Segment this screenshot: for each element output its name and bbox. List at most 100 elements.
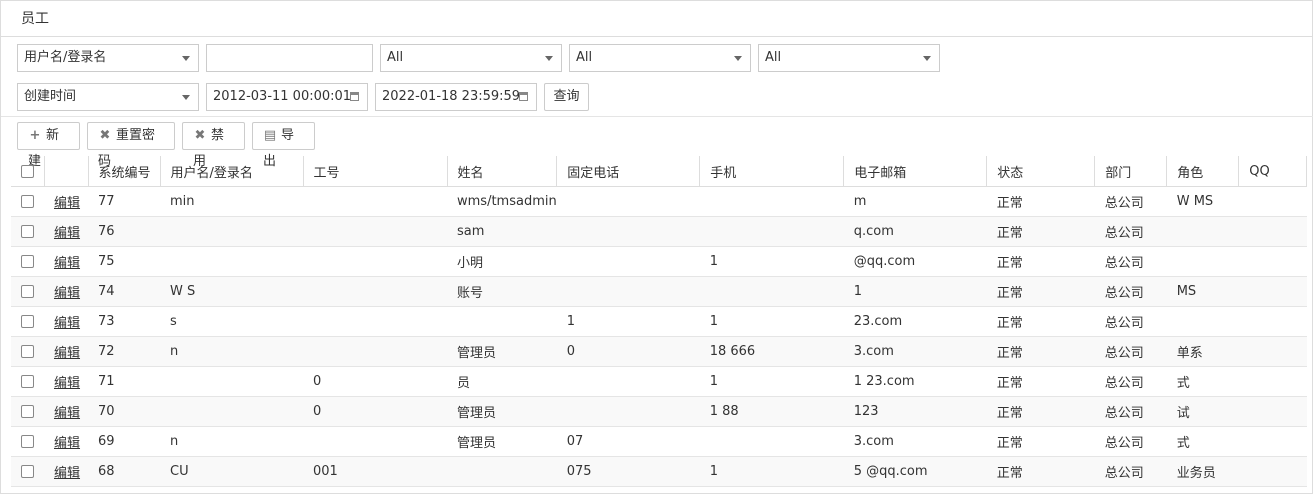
col-qq[interactable]: QQ [1238,156,1308,187]
edit-link[interactable]: 编辑 [54,436,80,451]
cell-name: 管理员 [447,396,557,427]
cell-dept: 总公司 [1094,306,1167,337]
cell-id: 70 [88,396,160,427]
col-role[interactable]: 角色 [1166,156,1240,187]
col-dept[interactable]: 部门 [1094,156,1168,187]
filter-select-2[interactable]: All [569,44,751,72]
table-row[interactable]: 编辑 77 min wms/tmsadmin m 正常 总公司 W MS [11,186,1307,217]
keyword-input[interactable] [206,44,373,72]
cell-mobile: 1 [699,456,844,487]
table-header: 系统编号 用户名/登录名 工号 姓名 固定电话 手机 电子邮箱 状态 部门 角色… [11,156,1308,187]
cell-dept: 总公司 [1094,396,1167,427]
cell-status: 正常 [986,456,1095,487]
cell-name: 管理员 [447,426,557,457]
cell-id: 75 [88,246,160,277]
col-mobile[interactable]: 手机 [699,156,845,187]
table-row[interactable]: 编辑 76 sam q.com 正常 总公司 [11,216,1307,247]
filter-select-1[interactable]: All [380,44,562,72]
col-username[interactable]: 用户名/登录名 [160,156,304,187]
cell-role: 试 [1166,396,1239,427]
disable-button[interactable]: ✖ 禁用 [182,122,245,169]
select-all-checkbox[interactable] [21,164,34,178]
table-row[interactable]: 编辑 70 0 管理员 1 88 123 正常 总公司试 [11,396,1307,427]
row-checkbox[interactable] [21,435,34,448]
cell-dept: 总公司 [1094,456,1167,487]
col-name[interactable]: 姓名 [447,156,558,187]
cell-email: 3.com [843,426,987,457]
cell-name: 管理员 [447,336,557,367]
select-all-cell [11,156,45,187]
table-row[interactable]: 编辑 72 n 管理员 0 18 666 3.com 正常 总公司 单系 [11,336,1307,367]
panel-title: 员工 [1,1,1312,37]
edit-link[interactable]: 编辑 [54,196,80,211]
cell-empno [303,216,447,247]
col-empno[interactable]: 工号 [303,156,448,187]
search-field-select-value: 用户名/登录名 [24,50,107,65]
edit-link[interactable]: 编辑 [54,376,80,391]
cell-qq [1238,366,1307,397]
end-time-input[interactable]: 2022-01-18 23:59:59 [375,83,537,111]
cell-id: 68 [88,456,160,487]
col-id[interactable]: 系统编号 [88,156,161,187]
cell-status: 正常 [986,396,1095,427]
export-button[interactable]: ▤ 导出 [252,122,315,169]
cell-id: 74 [88,276,160,307]
cell-status: 正常 [986,246,1095,277]
cell-id: 73 [88,306,160,337]
table-row[interactable]: 编辑 74 W S 账号 1 正常 总公司 MS [11,276,1307,307]
edit-link[interactable]: 编辑 [54,466,80,481]
reset-password-button[interactable]: ✖ 重置密码 [87,122,175,169]
filter-select-3[interactable]: All [758,44,940,72]
cell-qq [1238,216,1307,247]
edit-link[interactable]: 编辑 [54,316,80,331]
table-row[interactable]: 编辑 73 s 1 1 23.com 正常 总公司 [11,306,1307,337]
cell-username [160,366,303,397]
start-time-input[interactable]: 2012-03-11 00:00:01 [206,83,368,111]
cell-role [1166,216,1239,247]
table-row[interactable]: 编辑 68 CU 001 075 1 5 @qq.com 正常 总公司 业务员 [11,456,1307,487]
cell-qq [1238,336,1307,367]
cell-name [447,306,557,337]
cell-email: 5 @qq.com [843,456,987,487]
table-row[interactable]: 编辑 69 n 管理员 07 3.com 正常 总公司式 [11,426,1307,457]
row-checkbox[interactable] [21,465,34,478]
cell-id: 72 [88,336,160,367]
edit-link[interactable]: 编辑 [54,256,80,271]
row-checkbox[interactable] [21,345,34,358]
col-status[interactable]: 状态 [986,156,1096,187]
new-button[interactable]: + 新建 [17,122,80,169]
cell-username: n [160,426,303,457]
row-checkbox[interactable] [21,285,34,298]
cell-status: 正常 [986,426,1095,457]
col-email[interactable]: 电子邮箱 [843,156,988,187]
cell-dept: 总公司 [1094,336,1167,367]
row-checkbox[interactable] [21,195,34,208]
cell-status: 正常 [986,186,1095,217]
table-row[interactable]: 编辑 71 0 员 1 1 23.com 正常 总公司式 [11,366,1307,397]
row-checkbox[interactable] [21,255,34,268]
cell-mobile [699,186,844,217]
cell-role [1166,246,1239,277]
edit-link[interactable]: 编辑 [54,226,80,241]
cell-id: 77 [88,186,160,217]
edit-link[interactable]: 编辑 [54,346,80,361]
col-phone[interactable]: 固定电话 [556,156,701,187]
cell-email: 123 [843,396,987,427]
edit-link[interactable]: 编辑 [54,406,80,421]
cell-phone [556,366,700,397]
row-checkbox[interactable] [21,225,34,238]
search-field-select[interactable]: 用户名/登录名 [17,44,199,72]
time-field-select[interactable]: 创建时间 [17,83,199,111]
table-row[interactable]: 编辑 75 小明 1 @qq.com 正常 总公司 [11,246,1307,277]
row-checkbox[interactable] [21,315,34,328]
cell-status: 正常 [986,216,1095,247]
cell-status: 正常 [986,366,1095,397]
cell-role [1166,306,1239,337]
cell-email: 3.com [843,336,987,367]
cell-qq [1238,426,1307,457]
query-button[interactable]: 查询 [544,83,589,111]
row-checkbox[interactable] [21,405,34,418]
row-checkbox[interactable] [21,375,34,388]
close-icon: ✖ [99,128,111,143]
edit-link[interactable]: 编辑 [54,286,80,301]
